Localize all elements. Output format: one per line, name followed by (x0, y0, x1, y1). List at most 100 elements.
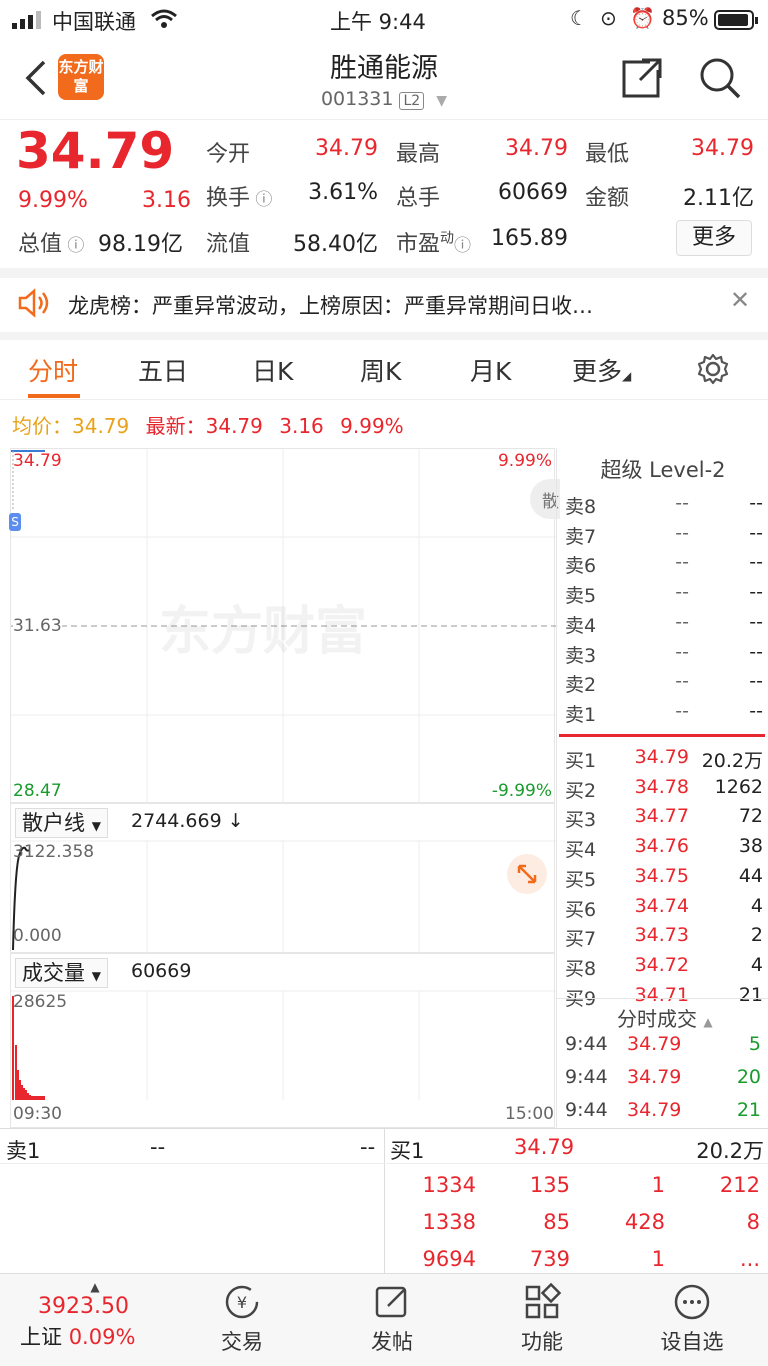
high-value: 34.79 (505, 136, 568, 161)
bid-label: 买4 (565, 839, 597, 862)
trade-button[interactable]: ¥ 交易 (192, 1282, 292, 1356)
status-bar: 中国联通 上午 9:44 ☾ ⊙ ⏰ 85% (0, 0, 768, 40)
close-icon[interactable]: ✕ (730, 286, 750, 314)
watchlist-button[interactable]: 设自选 (642, 1282, 742, 1356)
order-queue: 卖1 -- -- 买1 34.79 20.2万 1334 135 1 212 1338 8… (0, 1128, 768, 1274)
ask-label: 卖2 (565, 674, 597, 697)
bid-row[interactable]: 买2 34.78 1262 (565, 776, 765, 806)
ask-row[interactable]: 卖8 -- -- (565, 492, 765, 522)
up-arrow-icon: ▲ (90, 1280, 100, 1294)
bid-volume: 4 (750, 953, 763, 976)
latest-price: 34.79 (205, 414, 263, 438)
bid-price: 34.74 (634, 894, 689, 917)
ask-row[interactable]: 卖1 -- -- (565, 700, 765, 730)
ask-row[interactable]: 卖2 -- -- (565, 670, 765, 700)
post-icon (375, 1286, 407, 1318)
bid-label: 买6 (565, 898, 597, 921)
mktcap-label: 总值 ⓘ (18, 232, 85, 257)
bottom-bar: ▲ 3923.50 上证 0.09% ¥ 交易 发帖 功能 设自选 (0, 1273, 768, 1366)
post-button[interactable]: 发帖 (342, 1282, 442, 1356)
tab-monthly-k[interactable]: 月K (470, 352, 511, 388)
intraday-chart[interactable]: 东方财富 34.79 9.99% 31.63 28.47 -9.99% S 散 (9, 448, 560, 804)
tab-more[interactable]: 更多◢ (572, 352, 631, 388)
function-button[interactable]: 功能 (492, 1282, 592, 1356)
tick-title[interactable]: 分时成交 ▲ (617, 1003, 713, 1032)
level2-badge: L2 (399, 92, 425, 110)
avg-price-label: 均价： (12, 414, 72, 438)
ask-row[interactable]: 卖6 -- -- (565, 551, 765, 581)
ask-label: 卖5 (565, 585, 597, 608)
index-widget[interactable]: ▲ 3923.50 上证 0.09% (20, 1280, 170, 1351)
volume-dropdown[interactable]: 成交量 ▼ (15, 958, 108, 988)
ask-row[interactable]: 卖7 -- -- (565, 522, 765, 552)
ask-price: -- (675, 670, 689, 693)
tab-five-day[interactable]: 五日 (138, 352, 188, 388)
ask-row[interactable]: 卖4 -- -- (565, 611, 765, 641)
latest-change: 3.16 (279, 414, 324, 438)
queue-cell: 212 (719, 1173, 760, 1197)
ask-price: -- (675, 492, 689, 514)
chart-watermark: 东方财富 (159, 602, 368, 662)
tick-price: 34.79 (627, 1099, 682, 1121)
retail-line-dropdown[interactable]: 散户线 ▼ (15, 808, 108, 838)
bid-volume: 4 (750, 894, 763, 917)
expand-icon[interactable] (507, 854, 547, 894)
info-icon[interactable]: ⓘ (454, 236, 471, 256)
tab-weekly-k[interactable]: 周K (360, 352, 401, 388)
bid-row[interactable]: 买4 34.76 38 (565, 835, 765, 865)
bid-row[interactable]: 买8 34.72 4 (565, 954, 765, 984)
bid-row[interactable]: 买1 34.79 20.2万 (565, 746, 765, 776)
bid-price: 34.78 (634, 775, 689, 798)
queue-cell: ... (739, 1247, 760, 1271)
more-button[interactable]: 更多 (676, 220, 752, 256)
volume-label: 总手 (396, 186, 441, 211)
queue-cell: 428 (624, 1210, 665, 1234)
volume-value: 60669 (498, 180, 568, 205)
tick-row: 9:44 34.79 5 (565, 1033, 765, 1063)
info-icon[interactable]: ⓘ (250, 190, 272, 210)
tab-daily-k[interactable]: 日K (252, 352, 293, 388)
chart-tabs: 分时 五日 日K 周K 月K 更多◢ (0, 340, 768, 400)
ask-label: 卖8 (565, 496, 597, 518)
dropdown-caret-icon[interactable]: ▼ (436, 93, 447, 109)
tick-price: 34.79 (627, 1033, 682, 1055)
ask-price: -- (675, 521, 689, 544)
info-icon[interactable]: ⓘ (62, 236, 84, 256)
bid-row[interactable]: 买3 34.77 72 (565, 805, 765, 835)
trade-icon: ¥ (225, 1285, 259, 1319)
ask-row[interactable]: 卖3 -- -- (565, 641, 765, 671)
index-name: 上证 (20, 1325, 62, 1349)
tick-volume: 5 (748, 1033, 761, 1055)
clock-label: 上午 9:44 (330, 10, 426, 34)
ask-price: -- (675, 551, 689, 574)
upper-pct: 9.99% (497, 451, 552, 471)
search-icon[interactable] (698, 56, 742, 104)
retail-line-panel: 散户线 ▼ 2744.669 ↓ 3122.358 0.000 (10, 803, 556, 954)
tick-price: 34.79 (627, 1066, 682, 1088)
settings-icon[interactable] (696, 352, 730, 390)
share-icon[interactable] (620, 56, 664, 104)
tab-intraday[interactable]: 分时 (28, 352, 78, 388)
queue-sell-label: 卖1 (6, 1139, 41, 1163)
bid-price: 34.75 (634, 864, 689, 887)
ask-row[interactable]: 卖5 -- -- (565, 581, 765, 611)
bid-row[interactable]: 买7 34.73 2 (565, 924, 765, 954)
bid-volume: 72 (738, 805, 763, 828)
bid-row[interactable]: 买6 34.74 4 (565, 895, 765, 925)
index-value: 3923.50 (38, 1294, 129, 1319)
nav-bar: 东方财富 胜通能源 001331 L2 ▼ (0, 40, 768, 120)
queue-cell: 9694 (422, 1247, 476, 1271)
bid-label: 买5 (565, 868, 597, 891)
retail-line-value: 2744.669 ↓ (131, 810, 244, 832)
open-value: 34.79 (315, 136, 378, 161)
bid-volume: 38 (738, 835, 763, 858)
retail-max: 3122.358 (13, 842, 95, 862)
bid-price: 34.79 (634, 746, 689, 768)
bid-row[interactable]: 买5 34.75 44 (565, 865, 765, 895)
dragon-tiger-notice[interactable]: 龙虎榜：严重异常波动，上榜原因：严重异常期间日收… ✕ (0, 276, 768, 332)
bid-label: 买8 (565, 957, 597, 980)
grid-icon (525, 1282, 562, 1319)
low-value: 34.79 (691, 136, 754, 161)
bid-volume: 2 (750, 924, 763, 947)
tick-volume: 21 (736, 1099, 761, 1121)
